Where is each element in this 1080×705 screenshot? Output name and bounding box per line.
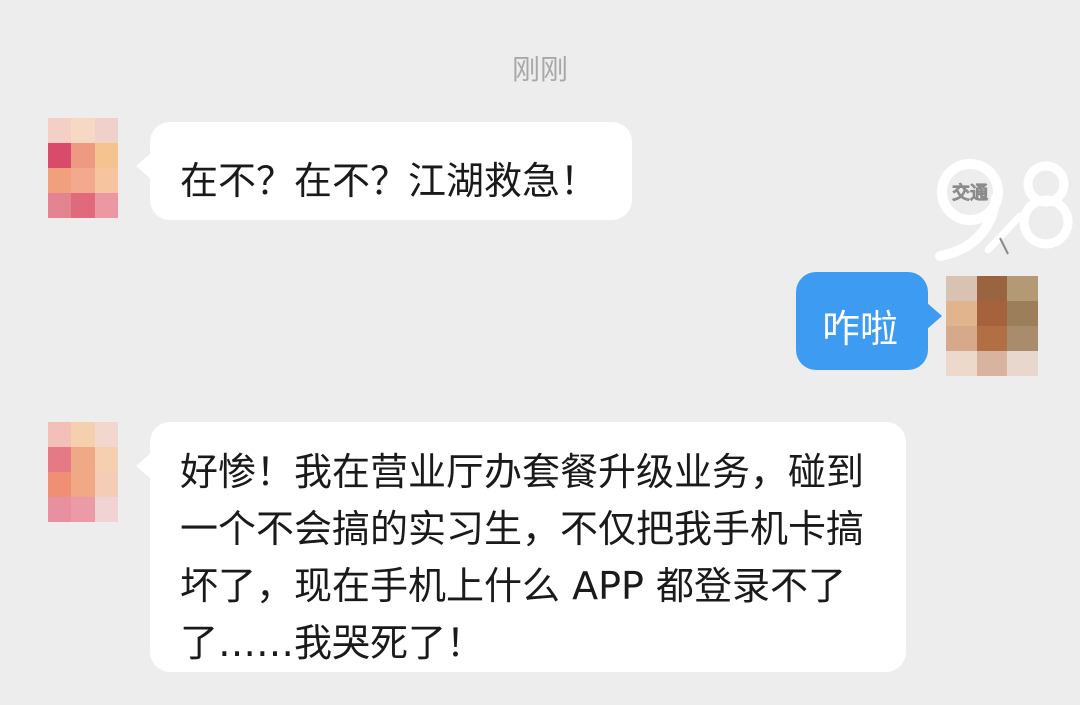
message-bubble-outgoing[interactable]: 咋啦 xyxy=(796,272,942,370)
watermark-badge: 交通 xyxy=(952,182,988,204)
message-bubble-incoming[interactable]: 好惨！我在营业厅办套餐升级业务，碰到一个不会搞的实习生，不仅把我手机卡搞坏了，现… xyxy=(136,422,906,672)
user-avatar[interactable] xyxy=(946,276,1038,376)
station-logo-watermark: 交通 xyxy=(935,159,1073,261)
message-text: 好惨！我在营业厅办套餐升级业务，碰到一个不会搞的实习生，不仅把我手机卡搞坏了，现… xyxy=(180,450,865,665)
contact-avatar[interactable] xyxy=(48,118,118,218)
message-text: 咋啦 xyxy=(822,307,899,351)
message-text: 在不？在不？江湖救急！ xyxy=(180,159,599,203)
contact-avatar[interactable] xyxy=(48,422,118,522)
message-bubble-incoming[interactable]: 在不？在不？江湖救急！ xyxy=(136,122,632,220)
timestamp: 刚刚 xyxy=(511,53,568,86)
